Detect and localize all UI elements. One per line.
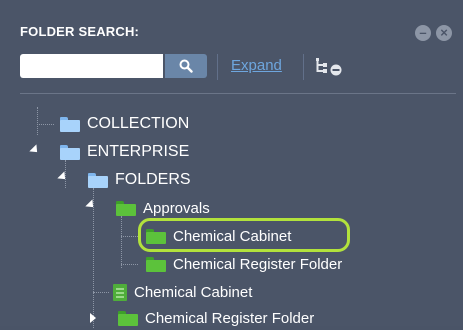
folder-icon bbox=[146, 256, 166, 272]
tree-node-label: FOLDERS bbox=[115, 171, 191, 188]
folder-icon bbox=[118, 310, 138, 326]
folder-search-input[interactable] bbox=[20, 54, 163, 78]
folder-search-panel: FOLDER SEARCH: – × Expand COLLECTION ENT… bbox=[0, 0, 463, 328]
folder-icon bbox=[146, 228, 166, 244]
minimize-icon[interactable]: – bbox=[415, 25, 431, 41]
tree-line bbox=[37, 124, 54, 125]
tree-node-label: COLLECTION bbox=[87, 115, 190, 132]
tree-node-label: Approvals bbox=[143, 199, 210, 217]
tree-node-enterprise[interactable]: ENTERPRISE bbox=[60, 140, 189, 164]
tree-node-chemical-register-folder[interactable]: Chemical Register Folder bbox=[146, 252, 342, 276]
tree-line bbox=[121, 216, 122, 268]
folder-icon bbox=[60, 116, 80, 132]
tree-line bbox=[121, 264, 138, 265]
close-icon[interactable]: × bbox=[436, 25, 452, 41]
expand-link[interactable]: Expand bbox=[231, 57, 282, 74]
tree-node-approvals[interactable]: Approvals bbox=[116, 196, 210, 220]
search-button[interactable] bbox=[165, 54, 207, 78]
toolbar-separator bbox=[217, 54, 218, 80]
collapse-toggle-icon[interactable] bbox=[29, 144, 41, 156]
tree-node-label: Chemical Register Folder bbox=[145, 309, 315, 327]
collapse-toggle-icon[interactable] bbox=[57, 171, 69, 183]
search-icon bbox=[179, 59, 193, 73]
expand-toggle-icon[interactable] bbox=[90, 313, 96, 323]
tree-line bbox=[93, 188, 94, 328]
tree-node-chemical-cabinet-selected[interactable]: Chemical Cabinet bbox=[146, 224, 291, 248]
tree-node-chemical-register-folder-root[interactable]: Chemical Register Folder bbox=[118, 306, 314, 330]
toolbar-separator bbox=[303, 54, 304, 80]
cabinet-icon bbox=[113, 283, 127, 301]
tree-line bbox=[121, 236, 138, 237]
header-divider bbox=[20, 93, 456, 94]
tree-line bbox=[37, 107, 38, 135]
collapse-toggle-icon[interactable] bbox=[85, 199, 97, 211]
tree-node-folders[interactable]: FOLDERS bbox=[88, 168, 191, 192]
panel-title: FOLDER SEARCH: bbox=[20, 24, 140, 39]
tree-node-collection[interactable]: COLLECTION bbox=[60, 112, 189, 136]
folder-icon bbox=[88, 172, 108, 188]
tree-line bbox=[93, 292, 109, 293]
tree-node-label: Chemical Cabinet bbox=[134, 283, 253, 301]
tree-node-label: Chemical Register Folder bbox=[173, 255, 343, 273]
tree-collapse-icon bbox=[316, 58, 342, 76]
tree-node-chemical-cabinet[interactable]: Chemical Cabinet bbox=[113, 280, 252, 304]
folder-icon bbox=[116, 200, 136, 216]
folder-icon bbox=[60, 144, 80, 160]
tree-collapse-button[interactable] bbox=[314, 56, 348, 78]
tree-node-label: Chemical Cabinet bbox=[173, 227, 292, 245]
tree-node-label: ENTERPRISE bbox=[87, 143, 190, 160]
